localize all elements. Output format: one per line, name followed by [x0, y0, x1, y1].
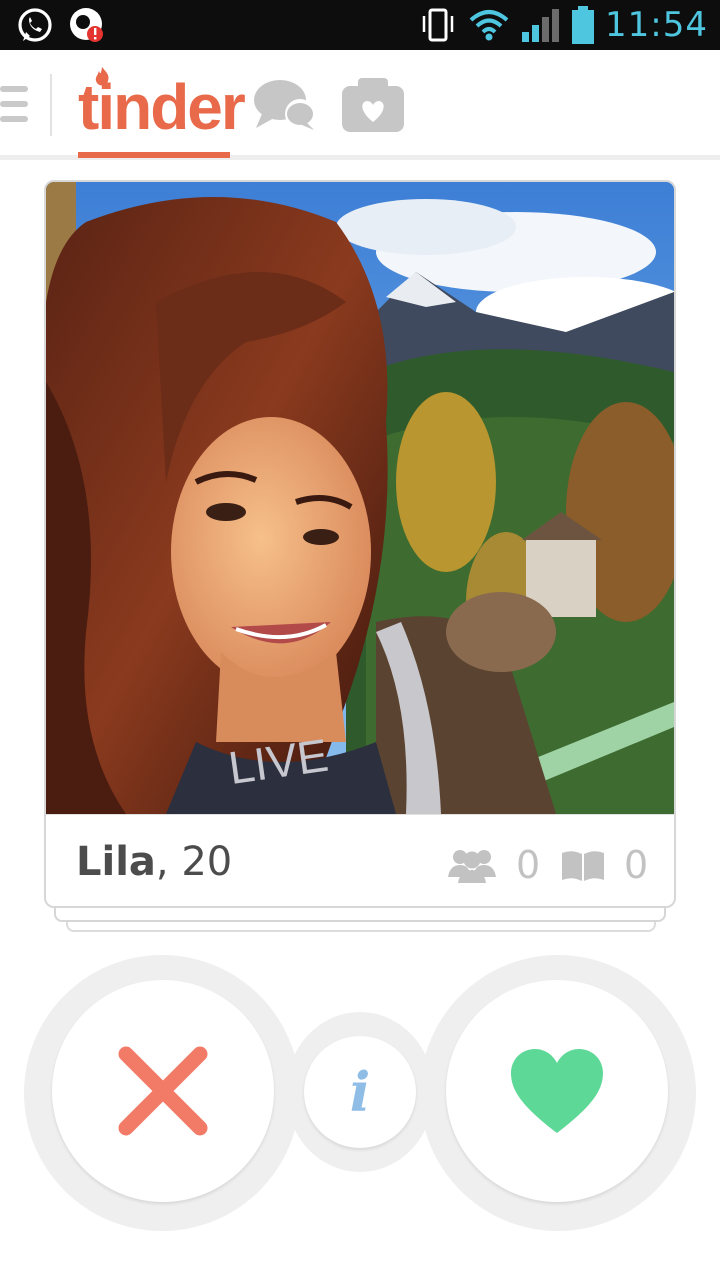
- like-button[interactable]: [446, 980, 668, 1202]
- book-icon: [562, 851, 604, 881]
- friends-icon: [448, 850, 496, 883]
- profile-age: , 20: [155, 839, 233, 885]
- shared-interests[interactable]: 0: [560, 843, 648, 887]
- clock: 11:54: [605, 5, 708, 45]
- info-button[interactable]: i: [304, 1036, 416, 1148]
- notification-alert-icon: [68, 5, 108, 45]
- nope-button[interactable]: [52, 980, 274, 1202]
- heart-icon: [511, 1049, 603, 1133]
- profile-card[interactable]: LIVE Lila, 20 0 0: [44, 180, 676, 908]
- signal-icon: [521, 6, 561, 44]
- app-header: tinder: [0, 50, 720, 160]
- menu-icon[interactable]: [0, 86, 30, 126]
- wifi-icon: [467, 6, 511, 44]
- profile-name: Lila: [76, 839, 156, 885]
- active-tab-indicator: [78, 152, 230, 158]
- shared-friends[interactable]: 0: [446, 843, 540, 887]
- messages-icon[interactable]: [252, 76, 318, 141]
- tab-tinder[interactable]: tinder: [78, 64, 246, 160]
- info-icon: i: [349, 1060, 371, 1124]
- profile-name-age: Lila, 20: [76, 839, 232, 885]
- shared-interests-count: 0: [624, 843, 649, 887]
- moments-icon[interactable]: [340, 74, 406, 139]
- shared-friends-count: 0: [516, 843, 541, 887]
- status-bar: 11:54: [0, 0, 720, 50]
- close-icon: [118, 1046, 208, 1136]
- flame-icon: [95, 67, 109, 86]
- card-footer: Lila, 20 0 0: [46, 814, 674, 906]
- whatsapp-icon: [16, 6, 54, 44]
- battery-icon: [571, 5, 595, 45]
- profile-photo[interactable]: LIVE: [46, 182, 674, 814]
- header-divider: [50, 74, 52, 136]
- vibrate-icon: [419, 6, 457, 44]
